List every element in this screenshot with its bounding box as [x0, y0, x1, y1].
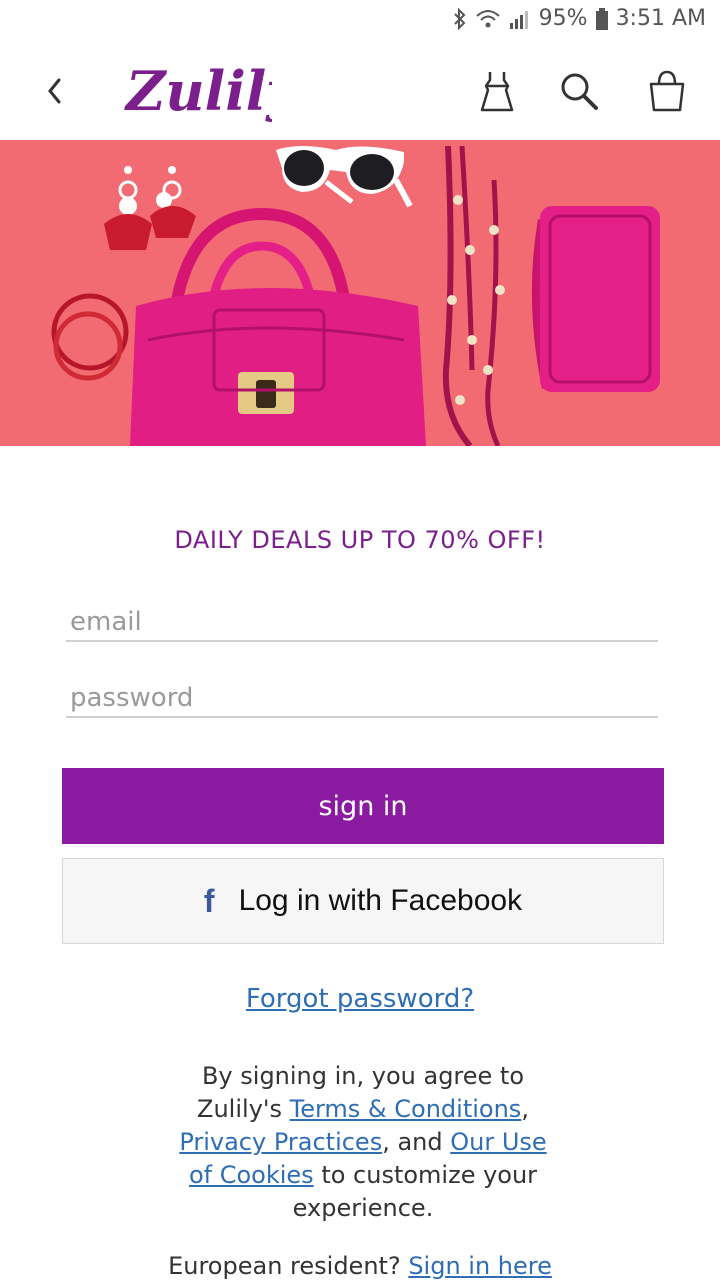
facebook-icon: f — [203, 882, 215, 919]
sign-in-label: sign in — [318, 790, 408, 822]
wifi-icon — [475, 9, 500, 27]
european-prefix: European resident? — [168, 1252, 409, 1280]
bluetooth-icon — [453, 7, 466, 30]
tagline: DAILY DEALS UP TO 70% OFF! — [174, 526, 546, 554]
status-right: 95% 3:51 AM — [453, 6, 706, 31]
cart-icon[interactable] — [644, 68, 690, 114]
signal-icon — [509, 10, 528, 29]
email-field[interactable] — [66, 604, 658, 642]
european-resident-row: European resident? Sign in here — [0, 1252, 720, 1280]
privacy-link[interactable]: Privacy Practices — [179, 1128, 382, 1156]
european-sign-in-link[interactable]: Sign in here — [408, 1252, 552, 1280]
legal-comma: , — [521, 1095, 529, 1123]
legal-and: , and — [382, 1128, 451, 1156]
battery-icon — [595, 7, 608, 30]
legal-text: By signing in, you agree to Zulily's Ter… — [172, 1060, 554, 1225]
back-icon[interactable] — [44, 76, 66, 106]
forgot-password-row: Forgot password? — [0, 984, 720, 1014]
facebook-login-label: Log in with Facebook — [238, 884, 523, 917]
wallet — [531, 206, 660, 392]
forgot-password-link[interactable]: Forgot password? — [246, 984, 474, 1014]
facebook-login-button[interactable]: f Log in with Facebook — [62, 858, 664, 944]
battery-percent: 95% — [538, 6, 588, 31]
dress-icon[interactable] — [474, 68, 520, 114]
legal-suffix: to customize your experience. — [292, 1161, 538, 1222]
password-field[interactable] — [66, 680, 658, 718]
hero-image — [0, 140, 720, 446]
search-icon[interactable] — [556, 68, 602, 114]
zulily-logo: Zulily — [124, 59, 272, 123]
sign-in-button[interactable]: sign in — [62, 768, 664, 844]
logo-text: Zulily — [124, 59, 272, 123]
hero-illustration — [0, 140, 720, 446]
terms-link[interactable]: Terms & Conditions — [290, 1095, 522, 1123]
status-bar: 95% 3:51 AM — [0, 0, 720, 40]
status-time: 3:51 AM — [615, 6, 706, 31]
